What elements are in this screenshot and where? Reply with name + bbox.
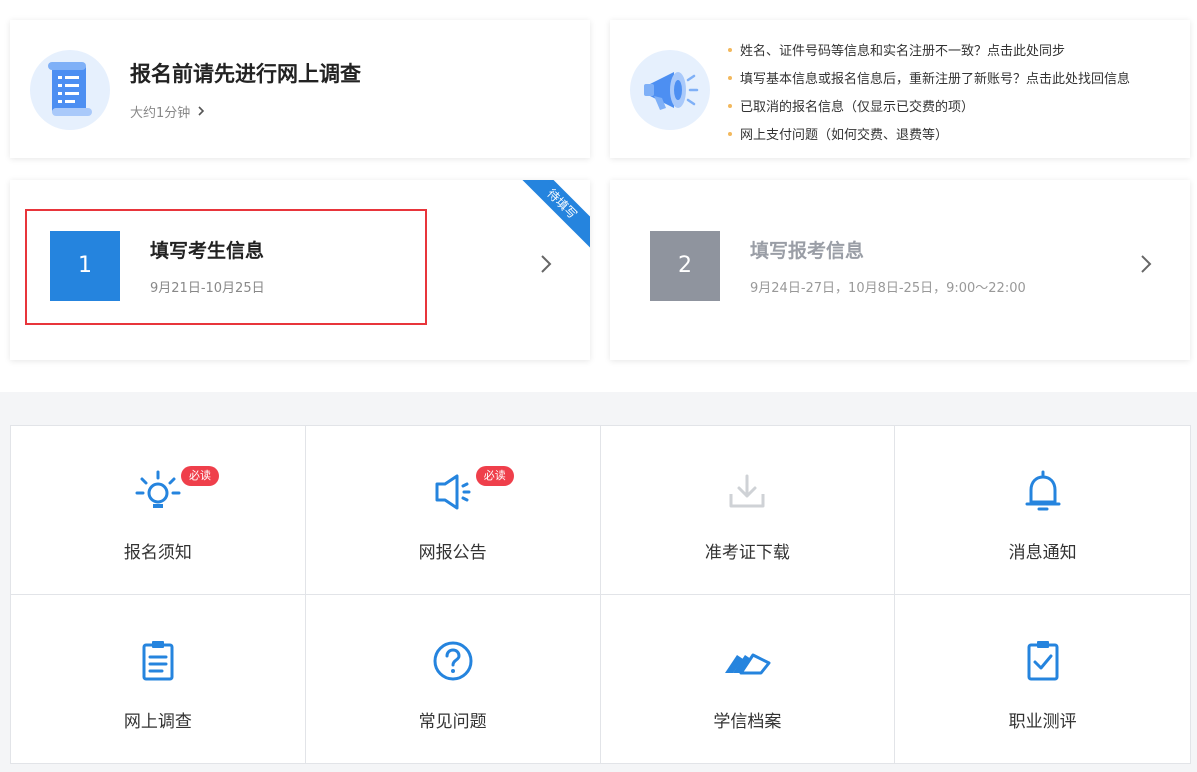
grid-item-label: 学信档案 [713,712,782,732]
files-stack-icon [723,637,771,685]
grid-item-label: 准考证下载 [704,543,790,563]
survey-card[interactable]: 报名前请先进行网上调查 大约1分钟 [10,20,590,158]
grid-item-label: 常见问题 [418,712,487,732]
notice-list: 姓名、证件号码等信息和实名注册不一致？点击此处同步 填写基本信息或报名信息后，重… [728,38,1130,150]
bullet-dot [728,131,732,136]
notice-item-recover-info[interactable]: 填写基本信息或报名信息后，重新注册了新账号？点击此处找回信息 [728,66,1130,94]
grid-item-label: 网上调查 [123,712,192,732]
clipboard-list-icon [134,637,182,685]
notice-item-text: 填写基本信息或报名信息后，重新注册了新账号？点击此处找回信息 [740,72,1131,87]
step-number-badge: 1 [50,231,120,301]
survey-title: 报名前请先进行网上调查 [130,62,361,86]
step-title: 填写报考信息 [750,240,865,262]
clipboard-check-icon [1019,637,1067,685]
must-read-badge: 必读 [181,466,219,486]
grid-item-xuexin-archive[interactable]: 学信档案 [601,595,896,763]
step-date: 9月24日-27日，10月8日-25日，9:00～22:00 [750,281,1026,296]
step-fill-exam-info[interactable]: 2 填写报考信息 9月24日-27日，10月8日-25日，9:00～22:00 [610,180,1190,360]
download-icon [723,468,771,516]
grid-item-announcement[interactable]: 必读 网报公告 [305,426,601,595]
grid-item-registration-notice[interactable]: 必读 报名须知 [11,426,306,595]
step-title: 填写考生信息 [150,240,265,262]
grid-item-messages[interactable]: 消息通知 [895,426,1190,595]
notice-card: 姓名、证件号码等信息和实名注册不一致？点击此处同步 填写基本信息或报名信息后，重… [610,20,1190,158]
grid-item-label: 报名须知 [123,543,192,563]
question-circle-icon [429,637,477,685]
scroll-document-icon [30,50,110,130]
must-read-badge: 必读 [475,466,514,486]
feature-grid: 必读 报名须知 必读 网报公告 准考证下载 消息通知 网上调查 常见问题 学信档… [10,425,1191,764]
notice-item-text: 网上支付问题（如何交费、退费等） [740,128,949,143]
grid-item-label: 消息通知 [1008,543,1077,563]
notice-item-text: 姓名、证件号码等信息和实名注册不一致？点击此处同步 [740,44,1066,59]
step-date: 9月21日-10月25日 [150,281,265,296]
bell-icon [1019,468,1067,516]
grid-item-label: 网报公告 [418,543,487,563]
chevron-right-icon [197,105,205,121]
megaphone-icon [630,50,710,130]
grid-item-online-survey[interactable]: 网上调查 [11,595,306,763]
notice-item-text: 已取消的报名信息（仅显示已交费的项） [740,100,975,115]
notice-item-sync-identity[interactable]: 姓名、证件号码等信息和实名注册不一致？点击此处同步 [728,38,1130,66]
grid-item-admission-ticket-download[interactable]: 准考证下载 [600,426,896,595]
grid-item-faq[interactable]: 常见问题 [306,595,601,763]
notice-item-cancelled[interactable]: 已取消的报名信息（仅显示已交费的项） [728,94,1130,122]
speaker-icon [429,468,477,516]
bullet-dot [728,103,732,108]
step-fill-candidate-info[interactable]: 待填写 1 填写考生信息 9月21日-10月25日 [10,180,590,360]
lightbulb-icon [134,468,182,516]
pending-ribbon: 待填写 [511,180,590,255]
grid-item-label: 职业测评 [1008,712,1077,732]
bullet-dot [728,75,732,80]
notice-item-payment[interactable]: 网上支付问题（如何交费、退费等） [728,122,1130,150]
chevron-right-icon[interactable] [1138,252,1154,276]
survey-duration[interactable]: 大约1分钟 [130,102,205,121]
survey-duration-text: 大约1分钟 [130,106,191,121]
bullet-dot [728,47,732,52]
grid-item-career-assessment[interactable]: 职业测评 [895,595,1190,763]
step-number-badge: 2 [650,231,720,301]
chevron-right-icon[interactable] [538,252,554,276]
